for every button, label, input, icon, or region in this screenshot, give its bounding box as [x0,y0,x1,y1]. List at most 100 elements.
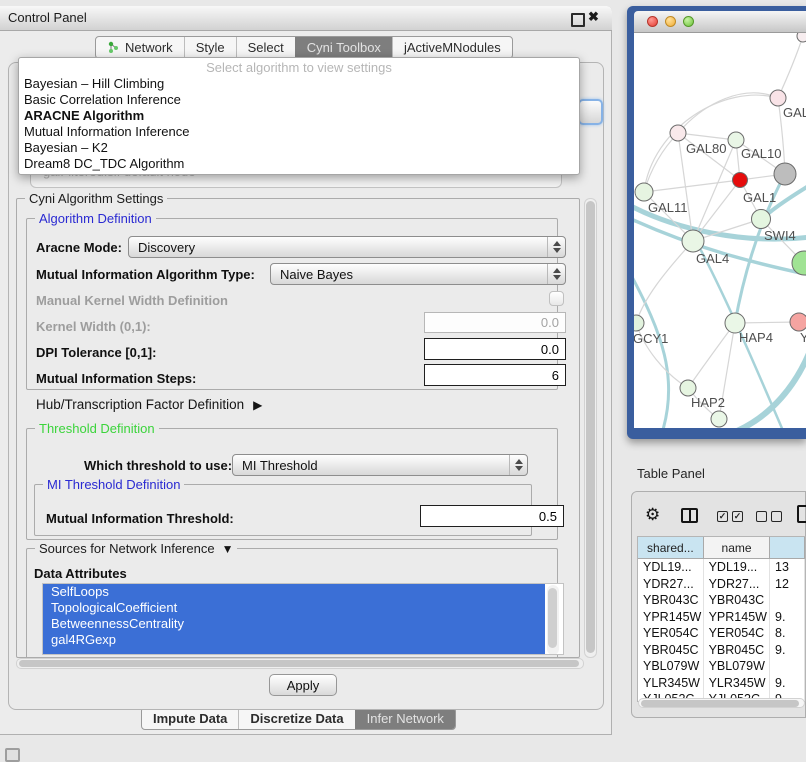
table-row[interactable]: YER054C YER054C 8. [638,625,805,642]
close-traffic-light-icon[interactable] [647,16,658,27]
stepper-icon [509,455,527,475]
table-row[interactable]: YBR045C YBR045C 9. [638,642,805,659]
tab-jactivemnodules[interactable]: jActiveMNodules [392,37,512,58]
manual-kernel-checkbox[interactable] [549,291,564,306]
tab-infer-network[interactable]: Infer Network [355,708,455,729]
node-label: Y [800,330,806,345]
mi-type-combo[interactable]: Naive Bayes [270,263,566,285]
table-horizontal-scrollbar[interactable] [638,698,805,708]
expanded-arrow-icon: ▼ [222,542,234,556]
list-vertical-scrollbar[interactable] [547,585,559,655]
node-hap2[interactable] [680,380,696,396]
dpi-tolerance-label: DPI Tolerance [0,1]: [36,345,156,360]
columns-icon[interactable] [681,508,698,523]
tab-style-label: Style [196,40,225,55]
algorithm-option[interactable]: Dream8 DC_TDC Algorithm [19,156,579,172]
cell: YER054C [704,625,770,642]
node-gal4[interactable] [682,230,704,252]
which-threshold-combo[interactable]: MI Threshold [232,454,528,476]
table-row[interactable]: YPR145W YPR145W 9. [638,609,805,626]
cell: YDL19... [704,559,770,576]
kernel-width-field[interactable] [424,312,566,333]
algorithm-option[interactable]: Bayesian – K2 [19,140,579,156]
tab-impute-data[interactable]: Impute Data [142,708,238,729]
cell [770,658,805,675]
dpi-tolerance-field[interactable] [424,338,566,360]
node-partial-top[interactable] [797,33,806,42]
algorithm-combo-focus-edge[interactable] [578,99,603,125]
table-row[interactable]: YDR27... YDR27... 12 [638,576,805,593]
cell: 9. [770,609,805,626]
aracne-mode-label: Aracne Mode: [36,240,122,255]
table-row[interactable]: YLR345W YLR345W 9. [638,675,805,692]
close-icon[interactable]: ✖ [588,9,599,25]
cell: YBL079W [638,658,704,675]
node-gal1[interactable] [752,210,771,229]
node-partial-bottom[interactable] [711,411,727,427]
settings-vertical-scrollbar[interactable] [584,198,597,658]
list-item[interactable]: TopologicalCoefficient [43,600,563,616]
tab-network[interactable]: Network [96,37,184,58]
tab-network-label: Network [125,40,173,55]
node-red-selected[interactable] [733,173,748,188]
control-panel-tabs: Network Style Select Cyni Toolbox jActiv… [95,36,513,59]
node-salmon[interactable] [790,313,806,331]
file-icon[interactable] [797,505,806,523]
stepper-icon [547,237,565,257]
table-row[interactable]: YBR043C YBR043C [638,592,805,609]
node-gal-pink[interactable] [770,90,786,106]
mi-steps-field[interactable] [424,364,566,386]
minimize-traffic-light-icon[interactable] [665,16,676,27]
float-icon[interactable] [571,13,585,27]
aracne-mode-combo[interactable]: Discovery [128,236,566,258]
cell: 9. [770,675,805,692]
tab-discretize-data[interactable]: Discretize Data [238,708,354,729]
stepper-icon [547,264,565,284]
algorithm-dropdown-popup: Select algorithm to view settings Bayesi… [18,57,580,175]
data-attributes-list[interactable]: SelfLoops TopologicalCoefficient Between… [42,583,564,655]
table-row[interactable]: YDL19... YDL19... 13 [638,559,805,576]
table-row[interactable]: YBL079W YBL079W [638,658,805,675]
algorithm-option[interactable]: Basic Correlation Inference [19,92,579,108]
tab-cyni-toolbox[interactable]: Cyni Toolbox [295,37,392,58]
tab-cyni-toolbox-label: Cyni Toolbox [307,40,381,55]
settings-horizontal-scrollbar[interactable] [16,658,584,669]
mi-type-label: Mutual Information Algorithm Type: [36,267,255,282]
control-panel-titlebar[interactable] [0,6,612,31]
column-header[interactable]: name [704,537,771,558]
node-table: shared... name YDL19... YDL19... 13 YDR2… [637,536,806,702]
tab-select[interactable]: Select [236,37,295,58]
minimized-panel-icon[interactable] [5,748,20,762]
apply-button[interactable]: Apply [269,674,337,696]
manual-kernel-label: Manual Kernel Width Definition [36,293,228,308]
algorithm-definition-title: Algorithm Definition [35,211,156,226]
node-gray[interactable] [774,163,796,185]
tab-discretize-data-label: Discretize Data [250,711,343,726]
node-gal80[interactable] [670,125,686,141]
hub-definition-toggle[interactable]: Hub/Transcription Factor Definition ▶ [36,397,262,412]
kernel-width-label: Kernel Width (0,1): [36,319,151,334]
cell: YLR345W [704,675,770,692]
algorithm-option-selected[interactable]: ARACNE Algorithm [19,108,579,124]
network-canvas[interactable]: GAL80 GAL10 GAL1 GAL11 GAL4 SWI4 GCY1 HA… [634,33,806,428]
zoom-traffic-light-icon[interactable] [683,16,694,27]
screen: Control Panel ✖ Network Style Select Cyn… [0,0,806,762]
select-all-columns-icon[interactable]: ✓ ✓ [717,511,743,522]
list-item[interactable]: SelfLoops [43,584,563,600]
gear-icon[interactable]: ⚙ [645,506,660,524]
list-item[interactable]: gal4RGexp [43,632,563,648]
deselect-all-columns-icon[interactable] [756,511,782,522]
column-header[interactable]: shared... [638,537,704,558]
column-header[interactable] [770,537,805,558]
network-window-titlebar[interactable] [634,11,806,33]
node-gal11[interactable] [635,183,653,201]
algorithm-option[interactable]: Bayesian – Hill Climbing [19,76,579,92]
unchecked-box-icon [771,511,782,522]
mi-threshold-field[interactable] [420,505,564,527]
tab-style[interactable]: Style [184,37,236,58]
node-gcy1[interactable] [634,315,644,331]
algorithm-option[interactable]: Mutual Information Inference [19,124,579,140]
list-item[interactable]: BetweennessCentrality [43,616,563,632]
sources-group-title-row[interactable]: Sources for Network Inference ▼ [35,541,237,556]
which-threshold-label: Which threshold to use: [84,458,232,473]
